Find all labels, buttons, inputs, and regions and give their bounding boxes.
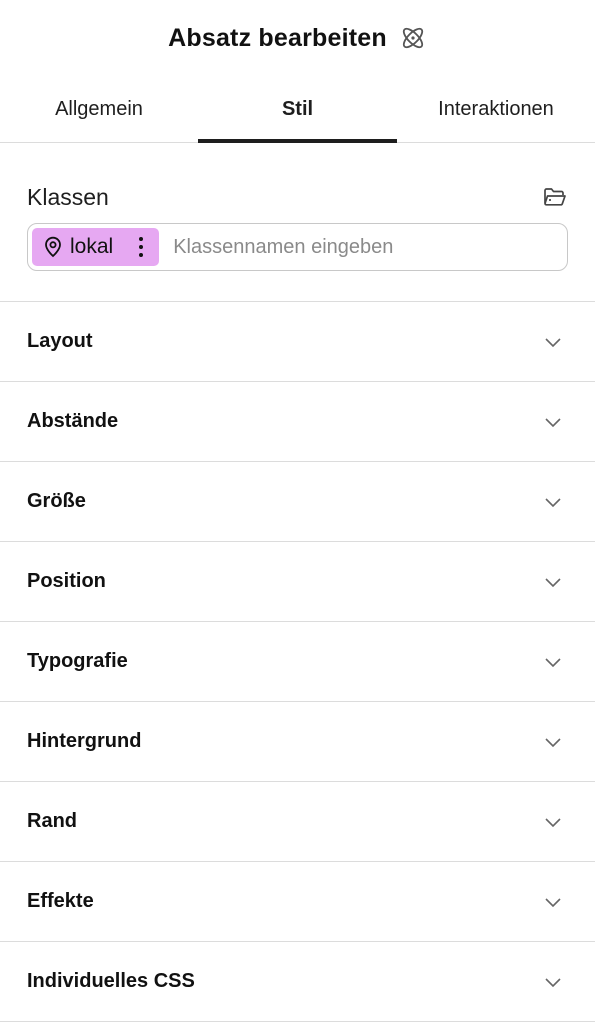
chevron-down-icon: [542, 971, 564, 993]
chevron-down-icon: [542, 731, 564, 753]
folder-open-icon[interactable]: [542, 184, 568, 210]
chevron-down-icon: [542, 491, 564, 513]
section-abstaende[interactable]: Abstände: [0, 382, 595, 462]
panel-title: Absatz bearbeiten: [168, 23, 387, 52]
section-label: Rand: [27, 810, 77, 832]
section-rand[interactable]: Rand: [0, 782, 595, 862]
tab-label: Interaktionen: [438, 97, 554, 120]
classes-label: Klassen: [27, 183, 109, 210]
tab-allgemein[interactable]: Allgemein: [0, 76, 198, 142]
atom-icon[interactable]: [399, 24, 427, 52]
chevron-down-icon: [542, 811, 564, 833]
vertical-dots-icon[interactable]: [129, 234, 153, 260]
class-chip[interactable]: lokal: [32, 228, 160, 266]
chevron-down-icon: [542, 571, 564, 593]
class-name-input[interactable]: [159, 234, 563, 260]
section-typografie[interactable]: Typografie: [0, 622, 595, 702]
section-label: Position: [27, 570, 106, 592]
classes-section: Klassen lokal: [0, 143, 595, 302]
section-label: Effekte: [27, 890, 94, 912]
chevron-down-icon: [542, 411, 564, 433]
chevron-down-icon: [542, 891, 564, 913]
chip-label: lokal: [70, 235, 114, 258]
section-label: Individuelles CSS: [27, 970, 195, 992]
panel-header: Absatz bearbeiten: [0, 0, 595, 76]
tab-label: Stil: [281, 97, 314, 120]
section-groesse[interactable]: Größe: [0, 462, 595, 542]
section-label: Typografie: [27, 650, 128, 672]
section-layout[interactable]: Layout: [0, 302, 595, 382]
chevron-down-icon: [542, 331, 564, 353]
section-label: Abstände: [27, 410, 119, 432]
section-label: Größe: [27, 490, 86, 512]
section-individuelles-css[interactable]: Individuelles CSS: [0, 942, 595, 1022]
tab-bar: Allgemein Stil Interaktionen: [0, 76, 595, 143]
section-label: Hintergrund: [27, 730, 142, 752]
tab-interaktionen[interactable]: Interaktionen: [397, 76, 595, 142]
map-pin-icon: [42, 236, 64, 258]
section-position[interactable]: Position: [0, 542, 595, 622]
tab-label: Allgemein: [55, 97, 143, 120]
section-hintergrund[interactable]: Hintergrund: [0, 702, 595, 782]
chevron-down-icon: [542, 651, 564, 673]
tab-stil[interactable]: Stil: [198, 76, 397, 143]
section-effekte[interactable]: Effekte: [0, 862, 595, 942]
section-label: Layout: [27, 330, 93, 352]
class-input-box[interactable]: lokal: [27, 223, 568, 271]
